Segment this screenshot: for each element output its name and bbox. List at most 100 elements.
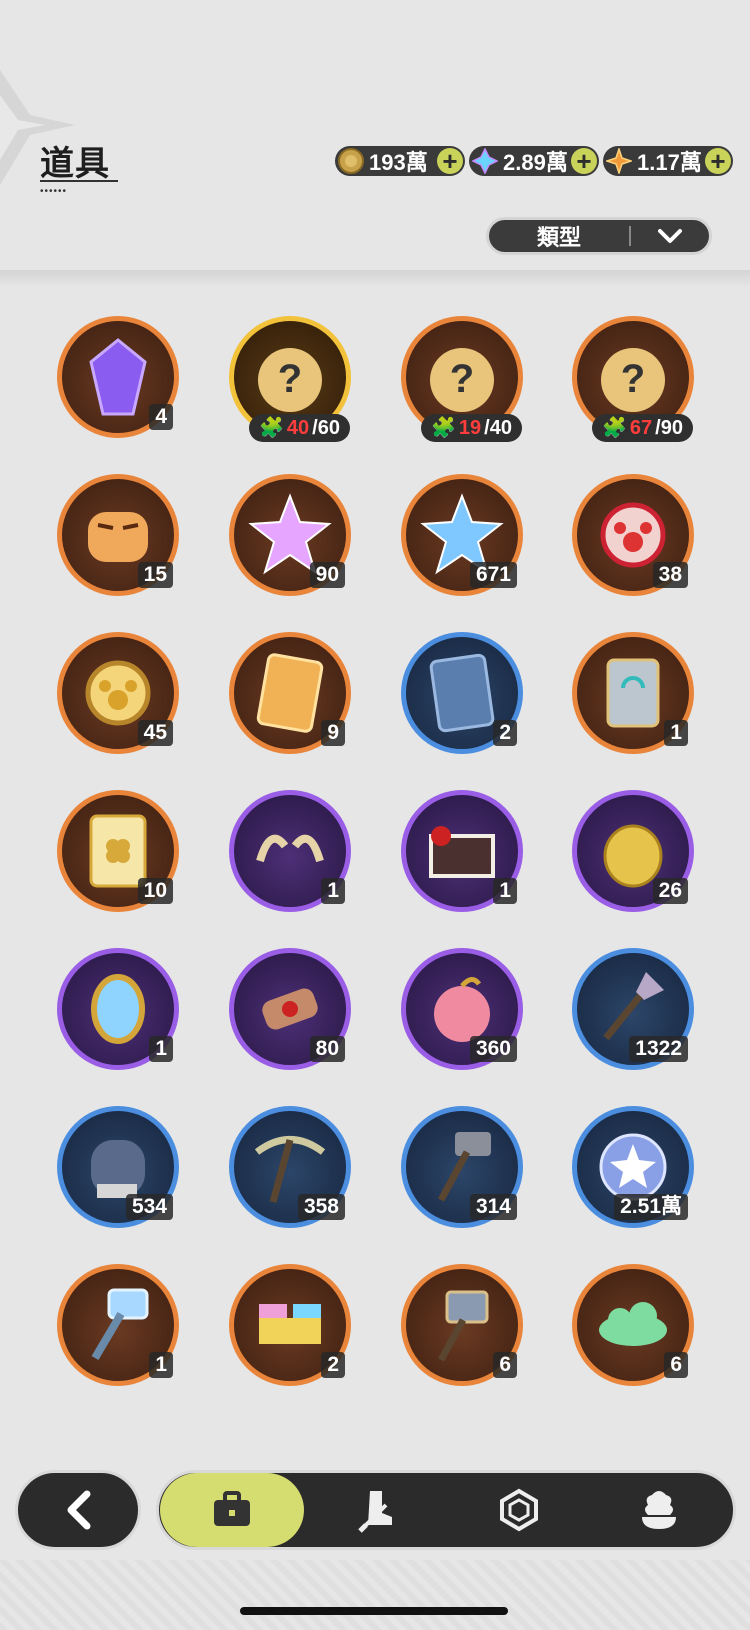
item-count: 1 bbox=[149, 1352, 173, 1378]
crystal-value: 2.89萬 bbox=[503, 150, 568, 175]
item-slot[interactable]: 4 bbox=[57, 316, 179, 438]
item-count: 45 bbox=[137, 720, 173, 746]
item-slot[interactable]: 360 bbox=[401, 948, 523, 1070]
item-slot[interactable]: 38 bbox=[572, 474, 694, 596]
mystery-fragment-icon: ? bbox=[588, 332, 678, 422]
currency-gold: 193萬 + bbox=[335, 146, 465, 176]
item-count: 26 bbox=[652, 878, 688, 904]
item-count: 9 bbox=[321, 720, 345, 746]
item-count: 6 bbox=[664, 1352, 688, 1378]
fragment-total: /90 bbox=[655, 417, 683, 439]
item-count: 10 bbox=[137, 878, 173, 904]
item-slot[interactable]: 2 bbox=[401, 632, 523, 754]
item-count: 6 bbox=[493, 1352, 517, 1378]
item-slot[interactable]: 1 bbox=[57, 948, 179, 1070]
svg-text:?: ? bbox=[278, 357, 302, 401]
item-count: 2 bbox=[493, 720, 517, 746]
mystery-fragment-icon: ? bbox=[417, 332, 507, 422]
currency-star-shard: 1.17萬 + bbox=[603, 146, 733, 176]
item-count: 90 bbox=[309, 562, 345, 588]
item-slot[interactable]: 358 bbox=[229, 1106, 351, 1228]
item-slot[interactable]: 1 bbox=[57, 1264, 179, 1386]
item-count: 534 bbox=[125, 1194, 173, 1220]
type-filter-dropdown[interactable]: 類型 bbox=[486, 217, 712, 255]
item-slot[interactable]: 1 bbox=[229, 790, 351, 912]
filter-label: 類型 bbox=[536, 225, 581, 250]
chevron-left-icon bbox=[67, 1490, 91, 1530]
item-count: 15 bbox=[137, 562, 173, 588]
item-slot[interactable]: 15 bbox=[57, 474, 179, 596]
add-gold-button[interactable]: + bbox=[437, 148, 463, 174]
item-slot[interactable]: 1 bbox=[572, 632, 694, 754]
title-dots: •••••• bbox=[40, 186, 68, 197]
item-count: 38 bbox=[652, 562, 688, 588]
item-count: 4 bbox=[149, 404, 173, 430]
item-slot[interactable]: ? 🧩 40/60 bbox=[229, 316, 351, 442]
fragment-have: 40 bbox=[286, 417, 310, 439]
fragment-progress: 🧩 40/60 bbox=[249, 414, 350, 442]
svg-text:?: ? bbox=[450, 357, 474, 401]
add-star-shard-button[interactable]: + bbox=[705, 148, 731, 174]
fragment-have: 19 bbox=[458, 417, 482, 439]
fragment-progress: 🧩 19/40 bbox=[421, 414, 522, 442]
item-count: 1 bbox=[493, 878, 517, 904]
item-count: 360 bbox=[469, 1036, 517, 1062]
item-slot[interactable]: 2.51萬 bbox=[572, 1106, 694, 1228]
back-button[interactable] bbox=[15, 1470, 141, 1550]
grid-fade bbox=[0, 1428, 750, 1448]
chevron-down-icon bbox=[631, 228, 709, 244]
fragment-total: /40 bbox=[484, 417, 512, 439]
bottom-pattern bbox=[0, 1560, 750, 1630]
home-indicator bbox=[240, 1607, 508, 1615]
svg-text:?: ? bbox=[621, 357, 645, 401]
mystery-fragment-icon: ? bbox=[245, 332, 335, 422]
fragment-have: 67 bbox=[629, 417, 653, 439]
coin-icon bbox=[337, 147, 365, 175]
currency-crystal: 2.89萬 + bbox=[469, 146, 599, 176]
item-slot[interactable]: 26 bbox=[572, 790, 694, 912]
briefcase-icon bbox=[214, 1491, 250, 1526]
item-count: 2 bbox=[321, 1352, 345, 1378]
tab-food[interactable] bbox=[589, 1473, 729, 1547]
category-tabbar bbox=[156, 1470, 736, 1550]
fragment-progress: 🧩 67/90 bbox=[592, 414, 693, 442]
item-slot[interactable]: ? 🧩 19/40 bbox=[401, 316, 523, 442]
item-slot[interactable]: 90 bbox=[229, 474, 351, 596]
tab-equipment[interactable] bbox=[309, 1473, 449, 1547]
cream-dessert-icon bbox=[642, 1491, 676, 1529]
item-slot[interactable]: 45 bbox=[57, 632, 179, 754]
crystal-icon bbox=[471, 147, 499, 175]
item-slot[interactable]: ? 🧩 67/90 bbox=[572, 316, 694, 442]
item-count: 358 bbox=[297, 1194, 345, 1220]
gold-value: 193萬 bbox=[369, 150, 428, 175]
item-slot[interactable]: 534 bbox=[57, 1106, 179, 1228]
item-slot[interactable]: 6 bbox=[401, 1264, 523, 1386]
tab-items[interactable] bbox=[160, 1473, 304, 1547]
item-slot[interactable]: 314 bbox=[401, 1106, 523, 1228]
star-shard-value: 1.17萬 bbox=[637, 150, 702, 175]
puzzle-icon: 🧩 bbox=[602, 417, 627, 439]
star-shard-icon bbox=[605, 147, 633, 175]
item-slot[interactable]: 1 bbox=[401, 790, 523, 912]
item-count: 1322 bbox=[629, 1036, 688, 1062]
item-count: 80 bbox=[309, 1036, 345, 1062]
item-slot[interactable]: 9 bbox=[229, 632, 351, 754]
puzzle-icon: 🧩 bbox=[431, 417, 456, 439]
item-slot[interactable]: 10 bbox=[57, 790, 179, 912]
title-underline bbox=[40, 180, 118, 182]
item-slot[interactable]: 80 bbox=[229, 948, 351, 1070]
item-count: 1 bbox=[664, 720, 688, 746]
tab-gems[interactable] bbox=[449, 1473, 589, 1547]
add-crystal-button[interactable]: + bbox=[571, 148, 597, 174]
item-count: 1 bbox=[149, 1036, 173, 1062]
page-title: 道具 bbox=[40, 145, 110, 183]
item-slot[interactable]: 1322 bbox=[572, 948, 694, 1070]
hexagon-gem-icon bbox=[500, 1488, 538, 1532]
puzzle-icon: 🧩 bbox=[259, 417, 284, 439]
item-slot[interactable]: 6 bbox=[572, 1264, 694, 1386]
item-slot[interactable]: 2 bbox=[229, 1264, 351, 1386]
item-count: 671 bbox=[469, 562, 517, 588]
item-count: 2.51萬 bbox=[614, 1194, 688, 1220]
item-slot[interactable]: 671 bbox=[401, 474, 523, 596]
header-shadow bbox=[0, 270, 750, 288]
